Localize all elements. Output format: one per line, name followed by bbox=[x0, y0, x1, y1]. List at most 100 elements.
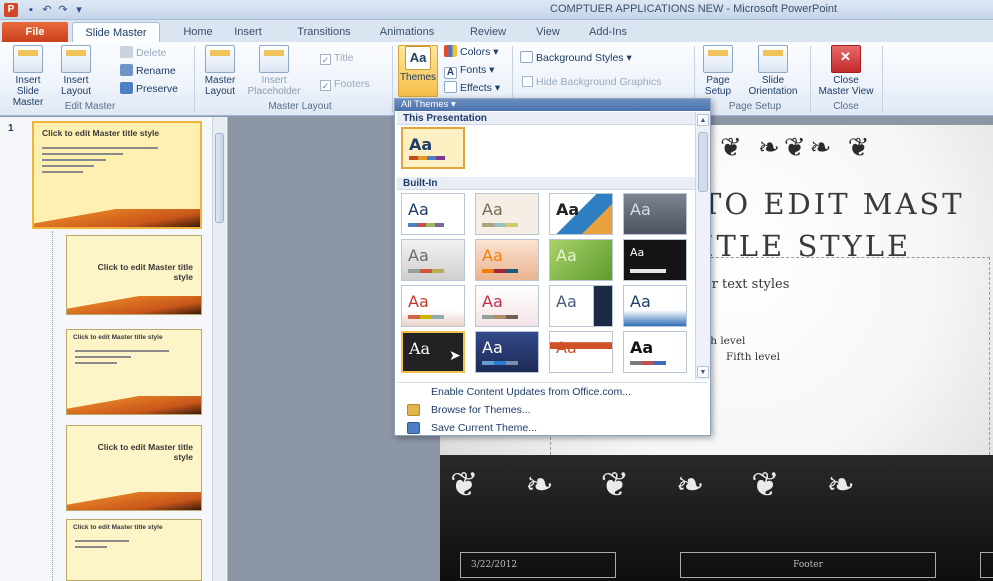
save-icon[interactable]: ▪ bbox=[24, 3, 38, 17]
theme-tile-angles[interactable]: Aa bbox=[549, 193, 613, 235]
theme-tile-office[interactable]: Aa bbox=[401, 193, 465, 235]
master-layout-button[interactable]: Master Layout bbox=[198, 45, 242, 97]
footer-slide-number-placeholder[interactable] bbox=[980, 552, 993, 578]
theme-glyph: Aa bbox=[630, 246, 645, 259]
thumbnail-body-lines bbox=[75, 350, 169, 368]
effects-button[interactable]: Effects ▾ bbox=[444, 80, 500, 96]
customize-qat-icon[interactable]: ▾ bbox=[72, 3, 86, 17]
theme-tile-adjacency[interactable]: Aa bbox=[475, 193, 539, 235]
themes-button[interactable]: Aa Themes bbox=[398, 45, 438, 97]
theme-tile-equity[interactable]: Aa bbox=[549, 331, 613, 373]
theme-tile-apex[interactable]: Aa bbox=[623, 193, 687, 235]
preserve-button[interactable]: Preserve bbox=[120, 81, 178, 97]
gallery-scroll-thumb[interactable] bbox=[698, 132, 708, 192]
theme-tile-couture[interactable]: Aa ➤ bbox=[401, 331, 465, 373]
layout-thumbnail-section-header[interactable]: Click to edit Master title style bbox=[66, 425, 202, 511]
save-theme-icon bbox=[407, 422, 420, 434]
theme-tile-concourse[interactable]: Aa bbox=[623, 285, 687, 327]
insert-placeholder-label: Insert Placeholder bbox=[247, 75, 301, 97]
scroll-up-icon[interactable]: ▲ bbox=[697, 114, 709, 126]
enable-content-updates-label: Enable Content Updates from Office.com..… bbox=[431, 386, 631, 398]
thumbnail-title: Click to edit Master title style bbox=[42, 128, 160, 138]
theme-tile-elemental[interactable]: Aa bbox=[475, 331, 539, 373]
theme-tile-black-tie[interactable]: Aa bbox=[623, 239, 687, 281]
insert-slide-master-label: Insert Slide Master bbox=[12, 75, 44, 108]
theme-glyph: Aa bbox=[556, 338, 577, 357]
theme-tile-civic[interactable]: Aa bbox=[401, 285, 465, 327]
all-themes-header[interactable]: All Themes ▾ bbox=[395, 99, 710, 111]
theme-glyph: Aa bbox=[409, 339, 431, 358]
built-in-section: Built-In bbox=[397, 177, 695, 190]
tab-add-ins[interactable]: Add-Ins bbox=[580, 22, 636, 42]
tab-view[interactable]: View bbox=[528, 22, 568, 42]
footer-text-placeholder[interactable]: Footer bbox=[680, 552, 936, 578]
theme-color-strip bbox=[630, 269, 666, 273]
theme-glyph: Aa bbox=[630, 200, 651, 219]
redo-icon[interactable]: ↷ bbox=[56, 3, 70, 17]
delete-button[interactable]: Delete bbox=[120, 45, 166, 61]
tab-file[interactable]: File bbox=[2, 22, 68, 42]
insert-placeholder-button[interactable]: Insert Placeholder bbox=[244, 45, 304, 97]
title-checkbox[interactable]: ✓ Title bbox=[320, 50, 353, 66]
theme-color-strip bbox=[482, 315, 518, 319]
tab-transitions[interactable]: Transitions bbox=[288, 22, 360, 42]
thumbnail-scroll-thumb[interactable] bbox=[215, 133, 224, 223]
save-current-theme-item[interactable]: Save Current Theme... bbox=[399, 419, 707, 437]
slide-orientation-button[interactable]: Slide Orientation bbox=[742, 45, 804, 97]
thumbnail-scrollbar[interactable] bbox=[212, 117, 226, 581]
close-master-view-button[interactable]: Close Master View bbox=[814, 45, 878, 97]
undo-icon[interactable]: ↶ bbox=[40, 3, 54, 17]
theme-tile-clarity[interactable]: Aa bbox=[475, 285, 539, 327]
tab-review[interactable]: Review bbox=[462, 22, 514, 42]
scroll-down-icon[interactable]: ▼ bbox=[697, 366, 709, 378]
thumbnail-title: Click to edit Master title style bbox=[97, 442, 193, 462]
tab-animations[interactable]: Animations bbox=[368, 22, 446, 42]
slide-body-fifth-level[interactable]: Fifth level bbox=[726, 351, 780, 363]
theme-color-strip bbox=[408, 223, 444, 227]
tab-insert[interactable]: Insert bbox=[224, 22, 272, 42]
slide-body-fourth-level[interactable]: th level bbox=[706, 335, 745, 347]
theme-tile-essential[interactable]: Aa bbox=[623, 331, 687, 373]
slide-title-line-2[interactable]: ITLE STYLE bbox=[702, 229, 911, 263]
insert-slide-master-icon bbox=[13, 45, 43, 73]
theme-tile-aspect[interactable]: Aa bbox=[475, 239, 539, 281]
rename-button[interactable]: Rename bbox=[120, 63, 176, 79]
theme-glyph: Aa bbox=[630, 292, 651, 311]
slide-body-first-level[interactable]: er text styles bbox=[704, 277, 789, 292]
slide-title-line-1[interactable]: TO EDIT MAST bbox=[702, 187, 965, 221]
browse-for-themes-item[interactable]: Browse for Themes... bbox=[399, 401, 707, 419]
powerpoint-app-icon[interactable]: P bbox=[4, 3, 18, 17]
thumbnail-swoosh bbox=[67, 396, 201, 414]
thumbnail-body-lines bbox=[75, 540, 129, 552]
layout-thumbnail-title[interactable]: Click to edit Master title style bbox=[66, 235, 202, 315]
footers-checkbox[interactable]: ✓ Footers bbox=[320, 76, 370, 92]
theme-tile-composite[interactable]: Aa bbox=[549, 285, 613, 327]
theme-tile-austin[interactable]: Aa bbox=[549, 239, 613, 281]
effects-icon bbox=[444, 81, 457, 93]
slide-master-thumbnail[interactable]: Click to edit Master title style bbox=[32, 121, 202, 229]
background-styles-button[interactable]: Background Styles ▾ bbox=[520, 50, 632, 66]
close-icon bbox=[831, 45, 861, 73]
tab-slide-master[interactable]: Slide Master bbox=[72, 22, 160, 42]
gallery-scrollbar[interactable]: ▲ ▼ bbox=[695, 112, 710, 380]
thumbnail-title: Click to edit Master title style bbox=[73, 334, 163, 341]
theme-color-strip bbox=[482, 223, 518, 227]
colors-button[interactable]: Colors ▾ bbox=[444, 44, 499, 60]
enable-content-updates-item[interactable]: Enable Content Updates from Office.com..… bbox=[399, 383, 707, 401]
layout-thumbnail-content[interactable]: Click to edit Master title style bbox=[66, 329, 202, 415]
delete-label: Delete bbox=[136, 47, 167, 59]
slide-thumbnail-pane: 1 Click to edit Master title style Click… bbox=[0, 117, 228, 581]
rename-label: Rename bbox=[136, 65, 176, 77]
fonts-button[interactable]: A Fonts ▾ bbox=[444, 62, 494, 79]
layout-thumbnail-two-content[interactable]: Click to edit Master title style bbox=[66, 519, 202, 581]
page-setup-button[interactable]: Page Setup bbox=[698, 45, 738, 97]
theme-tile-apothecary[interactable]: Aa bbox=[401, 239, 465, 281]
save-current-theme-label: Save Current Theme... bbox=[431, 422, 538, 434]
hide-background-graphics-checkbox[interactable]: Hide Background Graphics bbox=[522, 74, 661, 90]
insert-layout-button[interactable]: Insert Layout bbox=[54, 45, 98, 97]
tab-home[interactable]: Home bbox=[176, 22, 220, 42]
delete-icon bbox=[120, 46, 133, 58]
theme-tile-current[interactable]: Aa bbox=[401, 127, 465, 169]
footer-date-placeholder[interactable]: 3/22/2012 bbox=[460, 552, 616, 578]
insert-slide-master-button[interactable]: Insert Slide Master bbox=[4, 45, 52, 108]
